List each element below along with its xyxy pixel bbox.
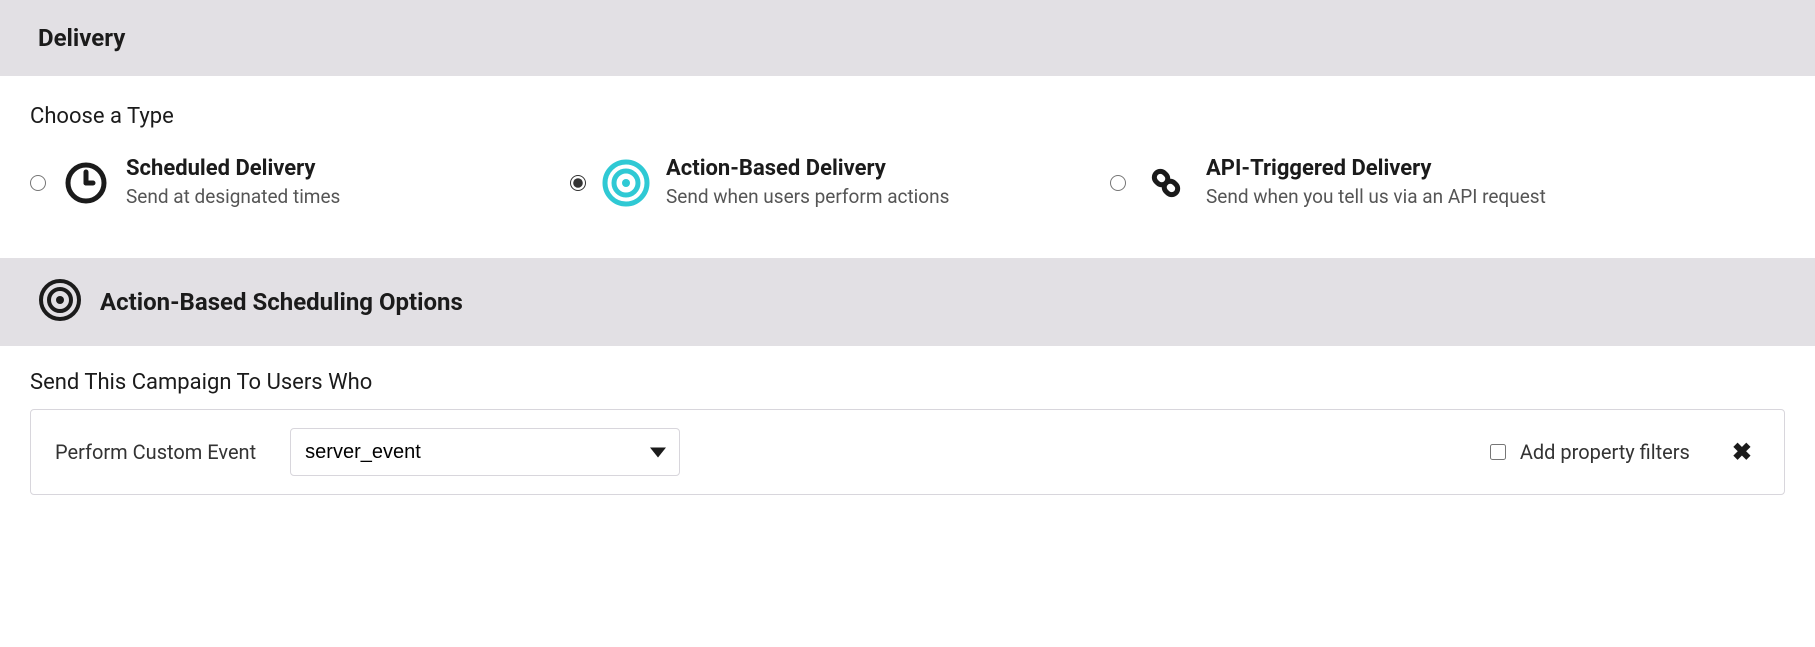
- trigger-row: Perform Custom Event server_event Add pr…: [30, 409, 1785, 495]
- scheduled-desc: Send at designated times: [126, 184, 340, 211]
- delivery-title: Delivery: [38, 24, 1777, 52]
- delivery-type-scheduled[interactable]: Scheduled Delivery Send at designated ti…: [30, 155, 510, 210]
- action-based-desc: Send when users perform actions: [666, 184, 949, 211]
- event-select[interactable]: server_event: [290, 428, 680, 476]
- scheduling-options-header: Action-Based Scheduling Options: [0, 258, 1815, 346]
- scheduling-options-title: Action-Based Scheduling Options: [100, 288, 463, 316]
- add-property-filters-group: Add property filters: [1490, 440, 1690, 464]
- target-icon: [602, 159, 650, 207]
- add-property-filters-label: Add property filters: [1520, 440, 1690, 464]
- close-icon: ✖: [1732, 438, 1752, 466]
- radio-api-triggered[interactable]: [1110, 175, 1126, 191]
- choose-type-section: Choose a Type Scheduled Delivery Send at…: [0, 76, 1815, 258]
- add-property-filters-checkbox[interactable]: [1490, 444, 1506, 460]
- choose-type-label: Choose a Type: [30, 104, 1785, 129]
- delivery-header: Delivery: [0, 0, 1815, 76]
- radio-scheduled[interactable]: [30, 175, 46, 191]
- perform-custom-event-label: Perform Custom Event: [55, 440, 256, 464]
- scheduled-title: Scheduled Delivery: [126, 155, 340, 184]
- api-triggered-title: API-Triggered Delivery: [1206, 155, 1546, 184]
- event-select-wrap: server_event: [290, 428, 680, 476]
- clock-icon: [62, 159, 110, 207]
- trigger-section: Send This Campaign To Users Who Perform …: [0, 346, 1815, 495]
- action-based-title: Action-Based Delivery: [666, 155, 949, 184]
- send-to-users-label: Send This Campaign To Users Who: [30, 370, 1785, 395]
- api-triggered-desc: Send when you tell us via an API request: [1206, 184, 1546, 211]
- target-icon: [38, 278, 82, 326]
- delivery-type-action-based[interactable]: Action-Based Delivery Send when users pe…: [570, 155, 1050, 210]
- delivery-type-options: Scheduled Delivery Send at designated ti…: [30, 155, 1785, 210]
- delivery-type-api-triggered[interactable]: API-Triggered Delivery Send when you tel…: [1110, 155, 1590, 210]
- remove-trigger-button[interactable]: ✖: [1724, 436, 1760, 468]
- link-icon: [1142, 159, 1190, 207]
- radio-action-based[interactable]: [570, 175, 586, 191]
